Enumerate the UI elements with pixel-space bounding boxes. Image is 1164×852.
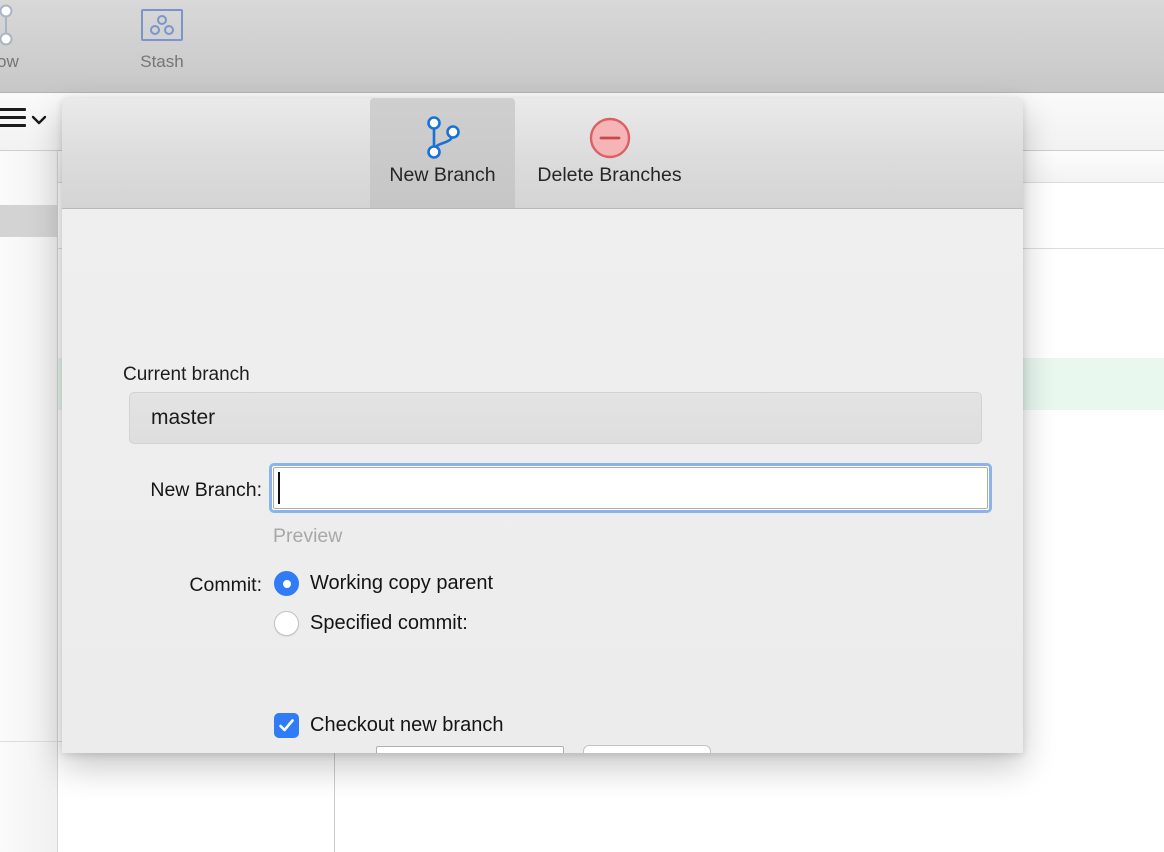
new-branch-label: New Branch: bbox=[150, 479, 262, 501]
tab-delete-branches[interactable]: Delete Branches bbox=[517, 98, 702, 208]
background-toolbar-item-stash[interactable]: Stash bbox=[116, 2, 208, 72]
tab-new-branch[interactable]: New Branch bbox=[370, 98, 515, 208]
radio-working-copy-parent[interactable]: Working copy parent bbox=[274, 571, 493, 596]
current-branch-value: master bbox=[129, 392, 982, 444]
radio-specified-commit-indicator[interactable] bbox=[274, 611, 299, 636]
radio-specified-commit[interactable]: Specified commit: bbox=[274, 611, 468, 636]
background-vertical-divider bbox=[334, 752, 335, 852]
checkout-new-branch-row[interactable]: Checkout new branch bbox=[274, 713, 503, 738]
background-sidebar bbox=[0, 151, 58, 852]
git-branch-icon bbox=[421, 112, 465, 164]
radio-working-copy-parent-label: Working copy parent bbox=[310, 572, 494, 594]
minus-circle-icon bbox=[588, 112, 632, 164]
tab-delete-branches-label: Delete Branches bbox=[537, 164, 682, 186]
background-sidebar-divider bbox=[0, 741, 62, 742]
specified-commit-input[interactable] bbox=[376, 746, 564, 753]
new-branch-input-focus-ring bbox=[269, 463, 992, 513]
new-branch-input[interactable] bbox=[273, 467, 988, 509]
dialog-toolbar: New Branch Delete Branches bbox=[62, 98, 1023, 209]
check-icon bbox=[279, 719, 294, 732]
radio-specified-commit-label: Specified commit: bbox=[310, 612, 468, 634]
current-branch-label: Current branch bbox=[123, 364, 250, 385]
dialog-body: Current branch master New Branch: Previe… bbox=[62, 209, 1023, 753]
background-sidebar-selected-row[interactable] bbox=[0, 205, 58, 237]
pick-button[interactable]: Pick... bbox=[583, 745, 711, 753]
stash-icon bbox=[116, 2, 208, 48]
tab-new-branch-label: New Branch bbox=[389, 164, 496, 186]
background-toolbar: low Stash bbox=[0, 0, 1164, 93]
background-toolbar-item-workflow-label: low bbox=[0, 52, 19, 71]
checkout-new-branch-label: Checkout new branch bbox=[310, 714, 504, 736]
radio-working-copy-parent-indicator[interactable] bbox=[274, 571, 299, 596]
hamburger-icon[interactable] bbox=[0, 108, 26, 132]
background-toolbar-item-workflow[interactable]: low bbox=[0, 2, 36, 72]
new-branch-dialog: New Branch Delete Branches Current branc… bbox=[62, 98, 1023, 753]
background-toolbar-item-stash-label: Stash bbox=[140, 52, 184, 71]
commit-label: Commit: bbox=[189, 574, 262, 596]
git-commit-icon bbox=[0, 2, 36, 48]
screen: low Stash bbox=[0, 0, 1164, 852]
text-caret bbox=[278, 472, 280, 504]
checkout-new-branch-checkbox[interactable] bbox=[274, 713, 299, 738]
preview-label: Preview bbox=[273, 525, 343, 547]
chevron-down-icon[interactable] bbox=[30, 111, 48, 129]
